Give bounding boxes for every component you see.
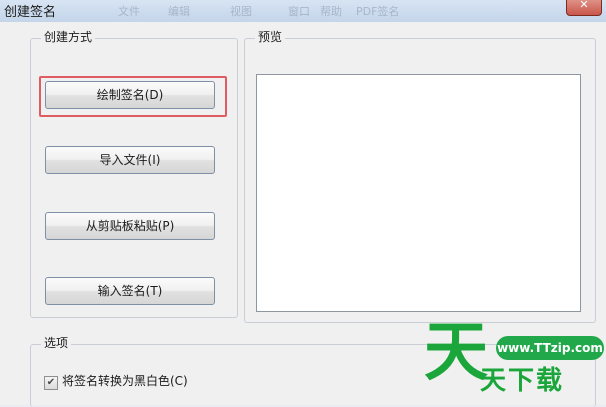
bw-convert-checkbox[interactable]: ✔ xyxy=(44,376,58,390)
title-bar: 创建签名 文件 编辑 视图 窗口 帮助 PDF签名 ✕ xyxy=(0,0,606,22)
signature-preview-area xyxy=(256,74,581,312)
type-signature-button[interactable]: 输入签名(T) xyxy=(45,277,215,305)
bw-convert-label[interactable]: 将签名转换为黑白色(C) xyxy=(62,373,188,389)
background-tab: 帮助 xyxy=(320,5,342,18)
paste-from-clipboard-button[interactable]: 从剪贴板粘贴(P) xyxy=(45,212,215,240)
preview-title: 预览 xyxy=(255,29,286,45)
background-tab: 窗口 xyxy=(288,5,310,18)
background-tab: 文件 xyxy=(118,5,140,18)
create-method-title: 创建方式 xyxy=(41,29,96,45)
watermark-text: 天下载 xyxy=(480,366,565,396)
background-tab: 编辑 xyxy=(168,5,190,18)
background-tab: 视图 xyxy=(230,5,252,18)
draw-signature-button[interactable]: 绘制签名(D) xyxy=(45,81,215,109)
close-icon: ✕ xyxy=(579,0,589,11)
import-file-button[interactable]: 导入文件(I) xyxy=(45,146,215,174)
window-title: 创建签名 xyxy=(4,5,57,20)
background-tab: PDF签名 xyxy=(356,5,400,18)
watermark-logo: 天 xyxy=(424,315,488,390)
options-title: 选项 xyxy=(41,335,72,351)
checkmark-icon: ✔ xyxy=(46,377,56,388)
watermark-url: www.TTzip.com xyxy=(496,336,604,360)
close-button[interactable]: ✕ xyxy=(566,0,602,16)
